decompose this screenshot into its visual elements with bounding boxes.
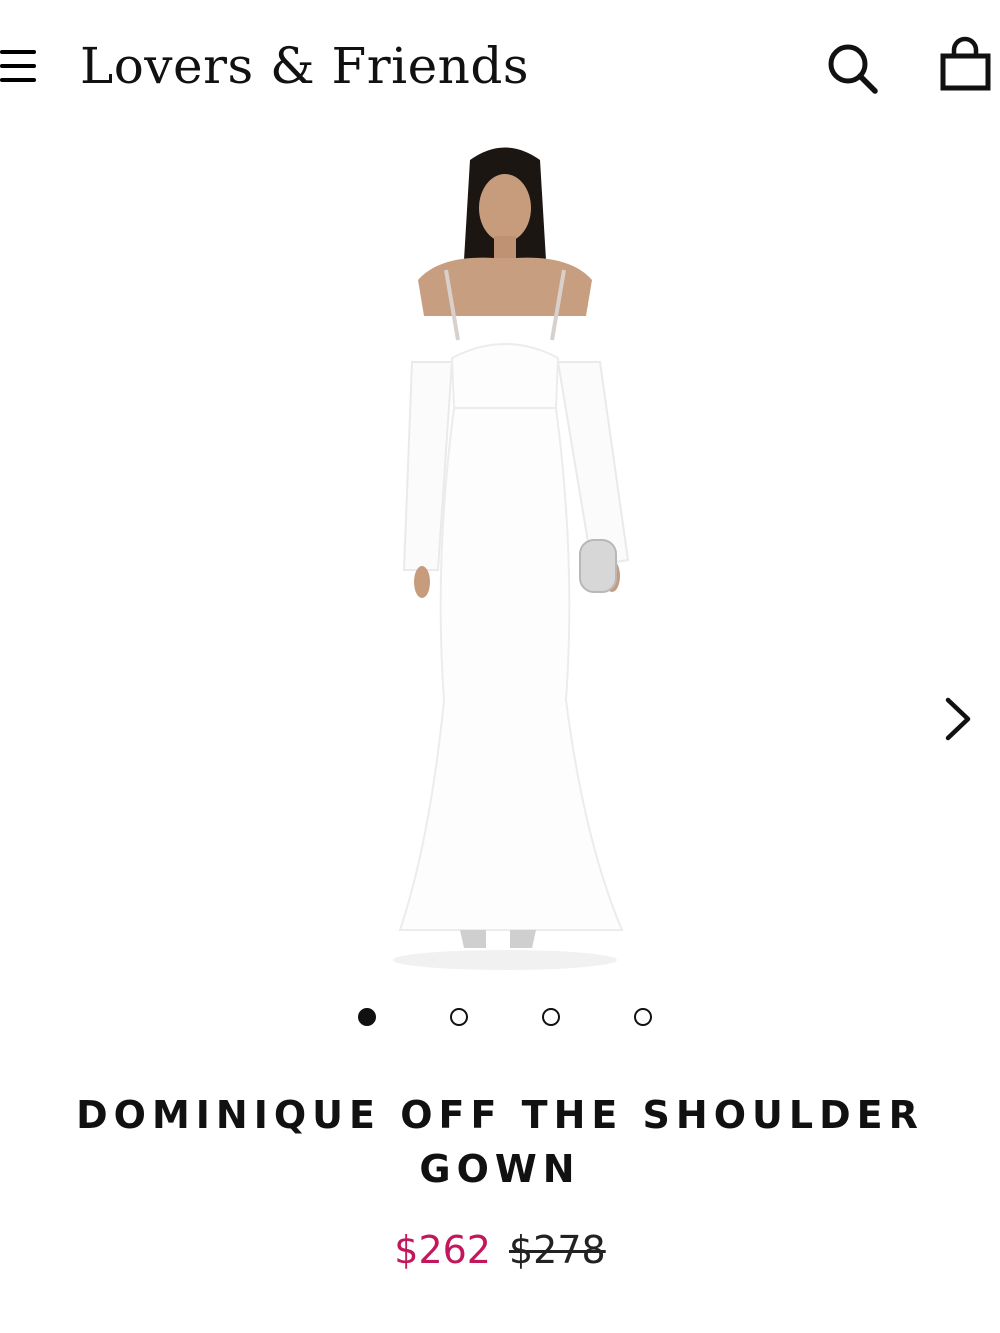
product-title: DOMINIQUE OFF THE SHOULDER GOWN [76,1093,924,1191]
product-image-gallery[interactable] [0,130,1000,980]
gallery-dot-1[interactable] [358,1008,376,1026]
gallery-pagination [0,1005,1000,1033]
gallery-dot-2[interactable] [450,1008,468,1026]
shopping-bag-icon[interactable] [934,34,996,96]
original-price: $278 [509,1228,606,1272]
product-image [393,147,630,970]
gallery-dot-3[interactable] [542,1008,560,1026]
search-icon[interactable] [822,38,882,98]
gallery-dot-4[interactable] [634,1008,652,1026]
sale-price: $262 [394,1228,491,1272]
chevron-right-icon[interactable] [936,692,980,746]
site-header: Lovers & Friends [0,0,1000,130]
brand-logo[interactable]: Lovers & Friends [80,34,529,98]
hamburger-menu-icon[interactable] [0,44,40,90]
price-row: $262 $278 [0,1222,1000,1278]
